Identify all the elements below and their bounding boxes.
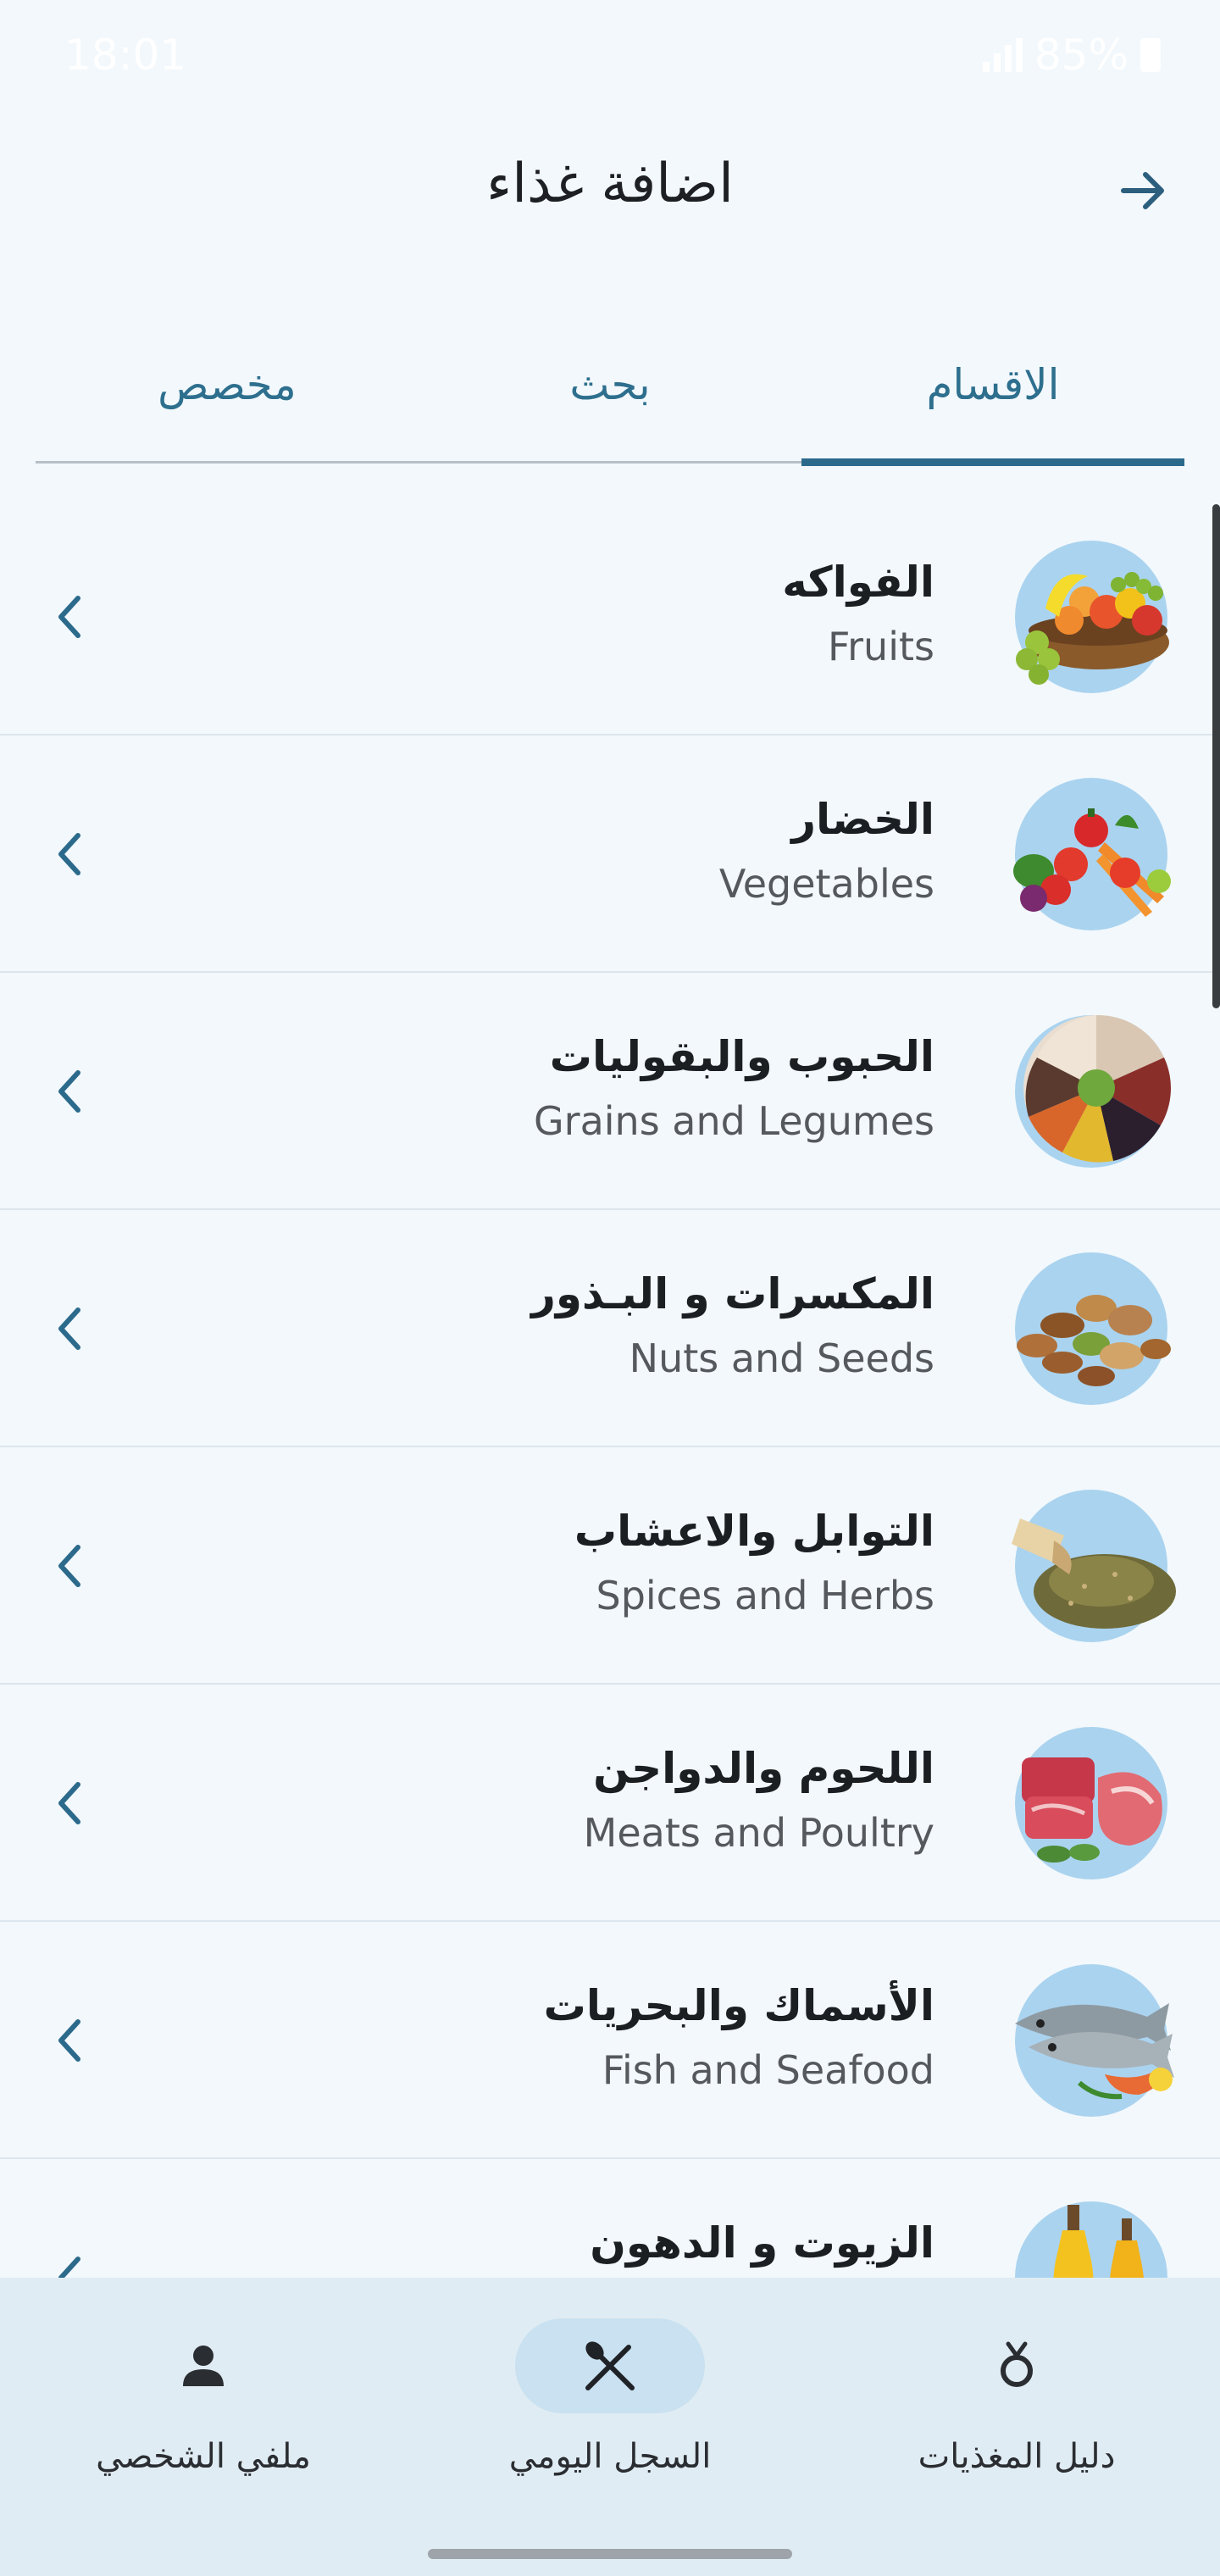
home-indicator[interactable] — [428, 2549, 792, 2559]
category-name-en: Vegetables — [718, 861, 934, 907]
category-text: الأسماك والبحريات Fish and Seafood — [544, 1976, 934, 2100]
category-name-ar: الخضار — [791, 795, 934, 844]
category-text: الزيوت و الدهون — [590, 2213, 934, 2278]
category-text: التوابل والاعشاب Spices and Herbs — [574, 1502, 934, 1625]
category-list: الفواكه Fruits الخضار Vegetables الحبوب … — [0, 498, 1220, 2396]
nav-icon-container — [922, 2318, 1112, 2413]
nav-icon-container — [108, 2318, 298, 2413]
active-tab-indicator — [801, 458, 1184, 466]
chevron-left-icon — [58, 1070, 80, 1113]
nuts-seeds-image — [1015, 1252, 1171, 1405]
category-name-ar: المكسرات و البـذور — [531, 1269, 934, 1319]
nav-label: السجل اليومي — [508, 2437, 712, 2476]
grains-legumes-image — [1015, 1014, 1171, 1168]
category-name-ar: الفواكه — [782, 558, 934, 607]
chevron-left-icon — [58, 1545, 80, 1587]
page-header: اضافة غذاء — [0, 127, 1220, 254]
category-row-grains-legumes[interactable]: الحبوب والبقوليات Grains and Legumes — [0, 973, 1220, 1210]
nav-icon-container — [515, 2318, 705, 2413]
scrollbar-thumb[interactable] — [1212, 504, 1220, 1008]
category-name-en: Spices and Herbs — [596, 1573, 935, 1618]
spices-herbs-image — [1012, 1490, 1176, 1642]
category-row-nuts-seeds[interactable]: المكسرات و البـذور Nuts and Seeds — [0, 1210, 1220, 1447]
category-name-ar: الزيوت و الدهون — [590, 2218, 934, 2268]
status-bar: 18:01 85% — [0, 0, 1220, 110]
nav-profile[interactable]: ملفي الشخصي — [0, 2318, 407, 2513]
status-time: 18:01 — [64, 31, 187, 80]
category-text: اللحوم والدواجن Meats and Poultry — [584, 1739, 934, 1863]
add-food-screen: 18:01 85% اضافة غذاء الاقسام بحث مخصص ال… — [0, 0, 1220, 2576]
status-icons: 85% — [982, 31, 1161, 80]
tab-custom[interactable]: مخصص — [36, 360, 419, 409]
category-row-vegetables[interactable]: الخضار Vegetables — [0, 736, 1220, 973]
category-name-en: Fruits — [828, 624, 934, 669]
category-name-en: Nuts and Seeds — [629, 1335, 934, 1381]
person-icon — [183, 2346, 224, 2386]
category-text: الحبوب والبقوليات Grains and Legumes — [534, 1027, 934, 1151]
nav-label: دليل المغذيات — [918, 2437, 1116, 2476]
signal-icon — [982, 38, 1023, 72]
bottom-navigation: ملفي الشخصي السجل اليومي دليل المغذيات — [0, 2278, 1220, 2576]
fish-seafood-image — [1015, 1964, 1174, 2117]
battery-percent: 85% — [1034, 31, 1128, 80]
meats-poultry-image — [1015, 1727, 1167, 1879]
chevron-left-icon — [58, 2019, 80, 2062]
tab-bar: الاقسام بحث مخصص — [36, 335, 1184, 466]
battery-icon — [1140, 38, 1161, 72]
category-name-en: Meats and Poultry — [583, 1810, 934, 1856]
category-row-meats-poultry[interactable]: اللحوم والدواجن Meats and Poultry — [0, 1685, 1220, 1922]
chevron-left-icon — [58, 833, 80, 875]
tab-categories[interactable]: الاقسام — [801, 360, 1184, 409]
category-name-en: Grains and Legumes — [534, 1098, 934, 1144]
chevron-left-icon — [58, 1782, 80, 1824]
category-name-ar: الحبوب والبقوليات — [549, 1032, 934, 1081]
arrow-right-icon — [1121, 172, 1164, 209]
category-text: المكسرات و البـذور Nuts and Seeds — [531, 1264, 934, 1388]
category-name-en: Fish and Seafood — [602, 2047, 934, 2093]
category-row-fruits[interactable]: الفواكه Fruits — [0, 498, 1220, 736]
category-row-fish-seafood[interactable]: الأسماك والبحريات Fish and Seafood — [0, 1922, 1220, 2159]
chevron-left-icon — [58, 1307, 80, 1350]
category-row-spices-herbs[interactable]: التوابل والاعشاب Spices and Herbs — [0, 1447, 1220, 1685]
nutrient-guide-icon — [1001, 2341, 1033, 2387]
page-title: اضافة غذاء — [486, 153, 734, 215]
fruits-image — [1015, 541, 1169, 693]
nav-label: ملفي الشخصي — [96, 2437, 311, 2476]
vegetables-image — [1013, 778, 1171, 930]
utensils-icon — [585, 2341, 635, 2390]
category-name-ar: الأسماك والبحريات — [543, 1981, 934, 2030]
tab-search[interactable]: بحث — [419, 360, 801, 409]
chevron-left-icon — [58, 596, 80, 638]
category-name-ar: اللحوم والدواجن — [593, 1744, 934, 1793]
nav-nutrient-guide[interactable]: دليل المغذيات — [813, 2318, 1220, 2513]
nav-daily-log[interactable]: السجل اليومي — [407, 2318, 813, 2513]
category-text: الخضار Vegetables — [719, 790, 934, 913]
back-button[interactable] — [1110, 157, 1178, 225]
category-name-ar: التوابل والاعشاب — [574, 1507, 934, 1556]
category-text: الفواكه Fruits — [782, 552, 934, 676]
